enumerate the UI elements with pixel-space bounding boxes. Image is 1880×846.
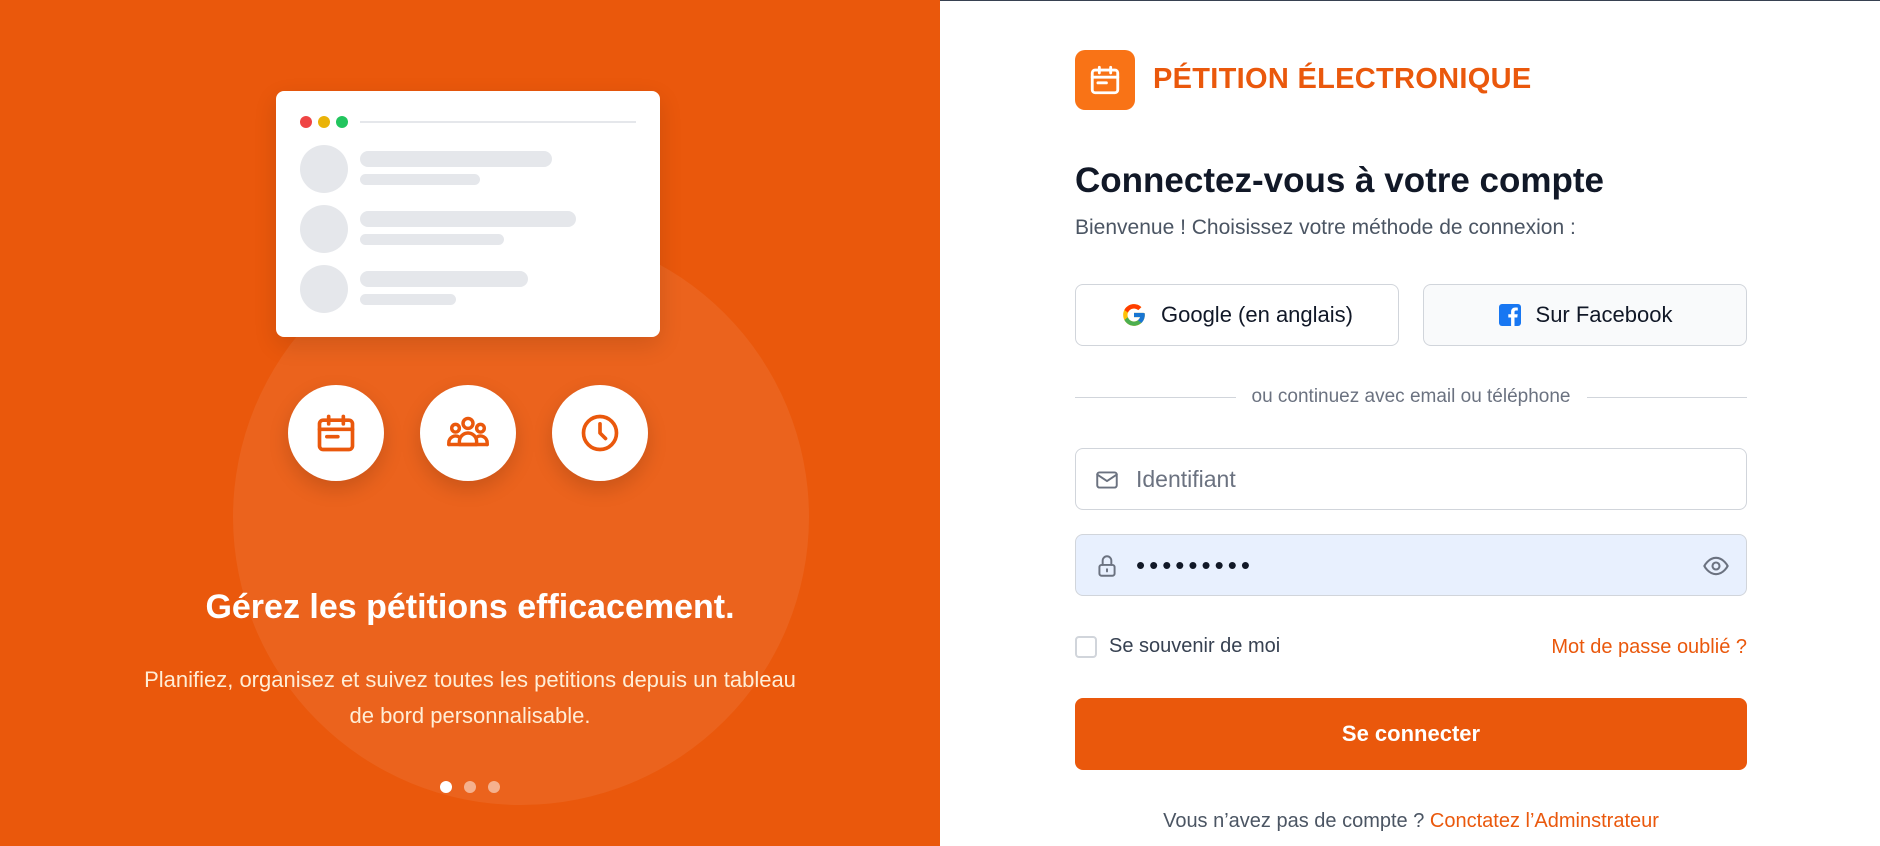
brand-name: PÉTITION ÉLECTRONIQUE [1153,63,1532,95]
forgot-password-link[interactable]: Mot de passe oublié ? [1551,636,1747,659]
window-dot-yellow [318,116,330,128]
feature-users [420,385,516,481]
username-field [1075,448,1747,510]
window-dot-green [336,116,348,128]
feature-calendar [288,385,384,481]
skeleton-line [360,151,552,167]
carousel-dot-2[interactable] [464,781,476,793]
facebook-login-button[interactable]: Sur Facebook [1423,284,1747,346]
clock-icon [581,414,619,452]
skeleton-line [360,211,576,227]
username-input[interactable] [1136,449,1696,509]
carousel-dot-1[interactable] [440,781,452,793]
facebook-icon [1498,304,1521,326]
hero-description: Planifiez, organisez et suivez toutes le… [144,667,796,728]
mail-icon [1096,471,1118,489]
google-button-label: Google (en anglais) [1160,302,1353,327]
remember-me: Se souvenir de moi [1075,635,1280,658]
signup-text: Vous n’avez pas de compte ? [1163,810,1425,832]
divider-line-right [1586,396,1748,398]
remember-me-checkbox[interactable] [1075,635,1097,658]
login-submit-button[interactable]: Se connecter [1075,698,1747,770]
login-panel: PÉTITION ÉLECTRONIQUE Connectez-vous à v… [940,0,1880,846]
calendar-icon [1090,65,1120,95]
password-field [1075,534,1747,596]
dashboard-illustration [276,91,660,337]
users-icon [447,416,489,447]
signup-prompt: Vous n’avez pas de compte ? Conctatez l’… [1075,810,1747,833]
skeleton-line [360,271,528,287]
calendar-icon [317,414,355,452]
divider-line-left [1075,396,1236,398]
facebook-button-label: Sur Facebook [1535,302,1673,327]
google-login-button[interactable]: Google (en anglais) [1075,284,1399,346]
divider: ou continuez avec email ou téléphone [1075,384,1748,410]
divider-text: ou continuez avec email ou téléphone [1251,386,1571,407]
remember-me-label: Se souvenir de moi [1109,635,1281,657]
skeleton-avatar [300,145,348,193]
skeleton-row [300,145,636,193]
hero-panel: Gérez les pétitions efficacement. Planif… [0,0,940,846]
skeleton-line [360,174,480,185]
skeleton-row [300,205,636,253]
page-title: Connectez-vous à votre compte [1075,161,1604,200]
google-icon [1123,304,1145,326]
skeleton-line [360,294,456,305]
feature-clock [552,385,648,481]
skeleton-row [300,265,636,313]
skeleton-avatar [300,265,348,313]
lock-icon [1098,555,1116,577]
brand-logo [1075,50,1135,110]
contact-admin-link[interactable]: Conctatez l’Adminstrateur [1430,810,1659,832]
hero-title: Gérez les pétitions efficacement. [205,588,735,626]
carousel-dot-3[interactable] [488,781,500,793]
carousel-dots [0,781,940,793]
skeleton-avatar [300,205,348,253]
window-dot-red [300,116,312,128]
password-input[interactable] [1136,535,1696,595]
window-title-line [360,121,636,123]
eye-icon[interactable] [1702,552,1730,580]
skeleton-line [360,234,504,245]
page-subtitle: Bienvenue ! Choisissez votre méthode de … [1075,216,1576,239]
